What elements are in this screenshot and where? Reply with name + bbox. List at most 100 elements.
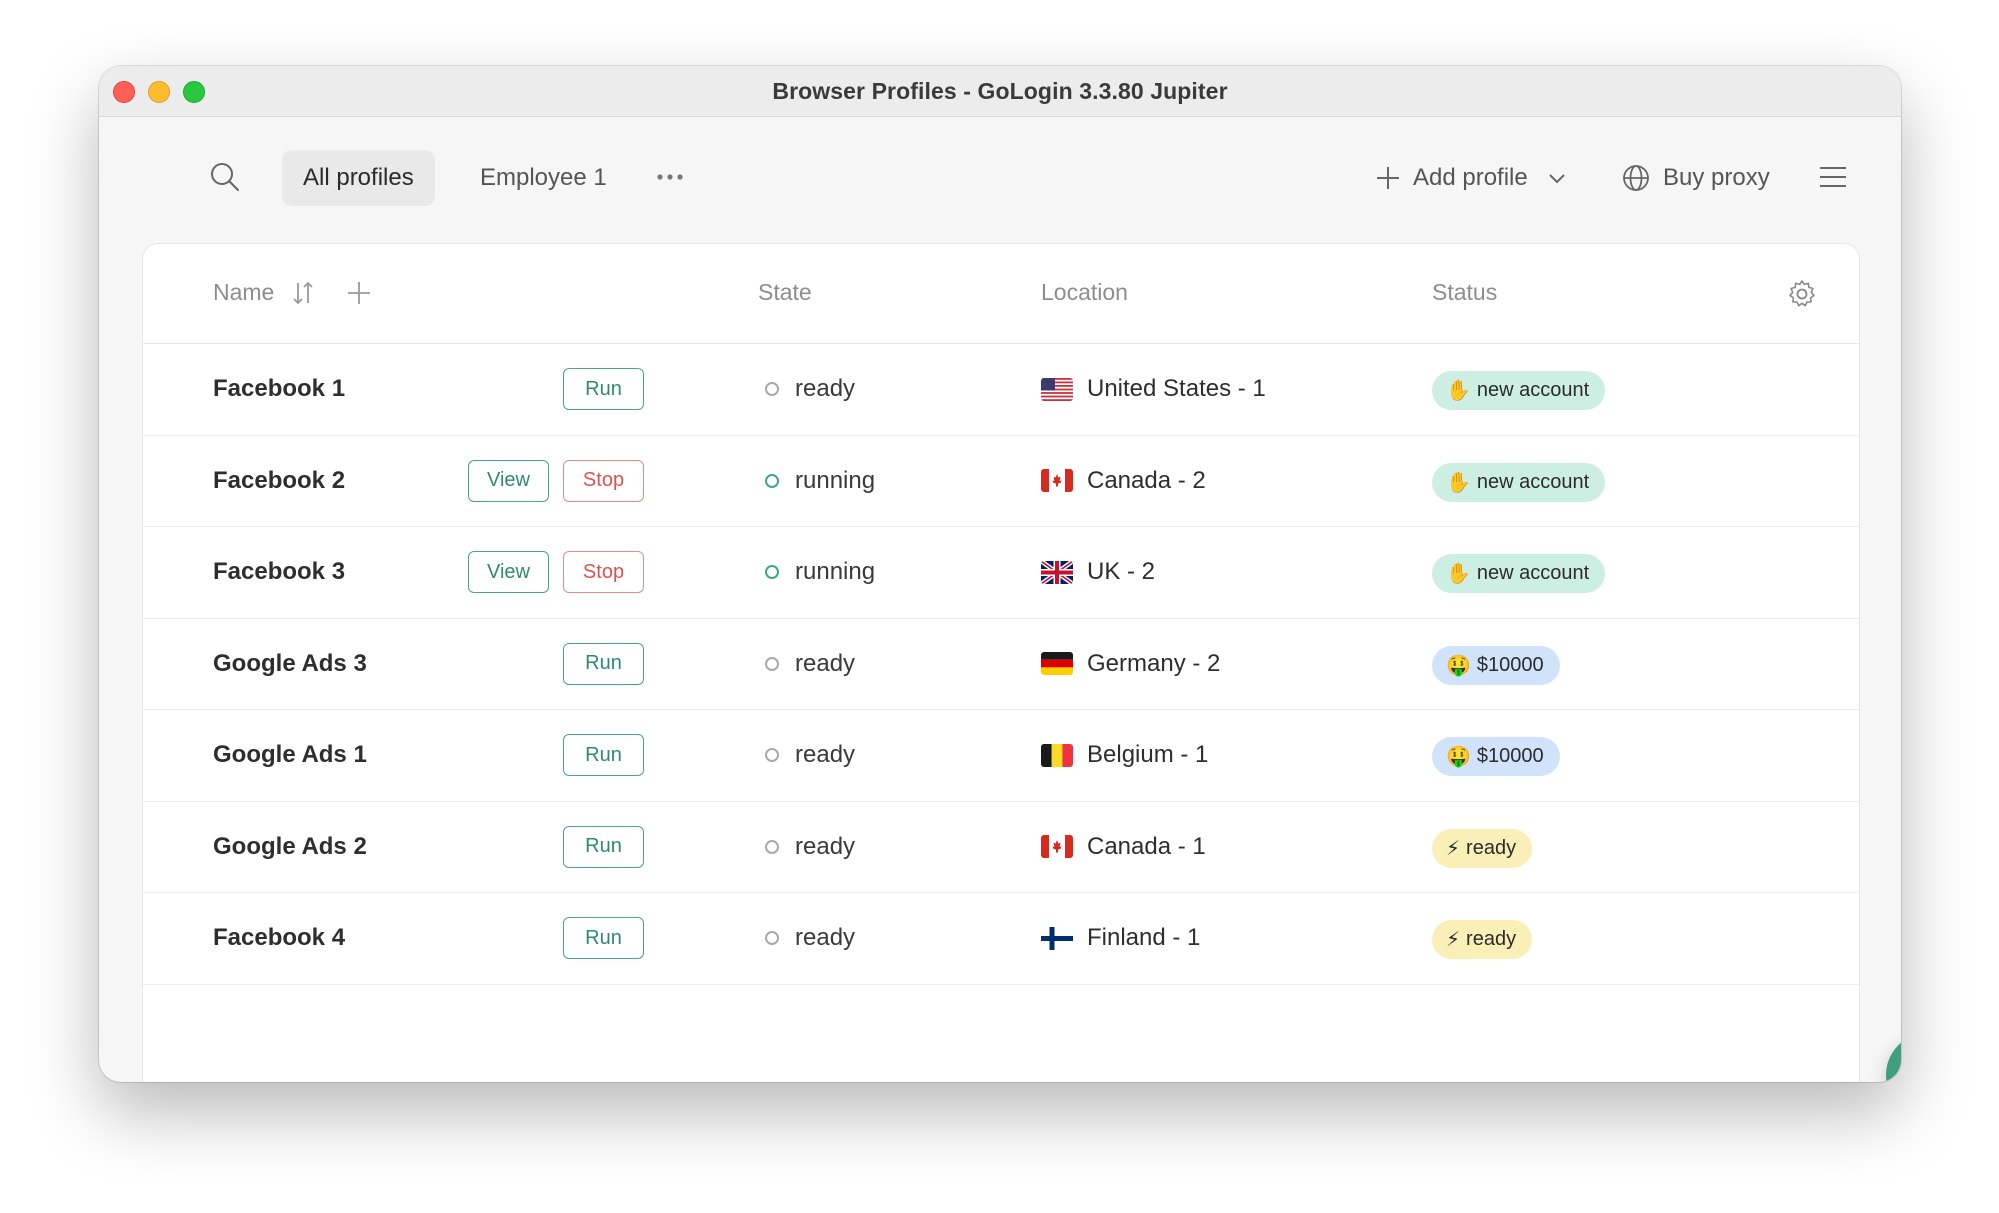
state-indicator-icon [765, 656, 779, 671]
state-cell: ready [765, 833, 855, 861]
state-indicator-icon [765, 748, 779, 762]
lightning-icon: ⚡ [1446, 837, 1461, 860]
run-button[interactable]: Run [563, 734, 644, 776]
more-icon[interactable] [654, 161, 686, 193]
state-cell: ready [765, 741, 855, 769]
name-column-header[interactable]: Name [213, 279, 372, 306]
status-label: ready [1466, 836, 1517, 859]
view-button[interactable]: View [468, 459, 549, 502]
table-header: Name State Location Status [143, 244, 1859, 344]
us-flag-icon [1041, 377, 1073, 401]
buy-proxy-label: Buy proxy [1663, 164, 1770, 191]
run-button[interactable]: Run [563, 368, 644, 410]
window-controls [113, 81, 205, 103]
state-label: ready [795, 741, 856, 768]
state-cell: running [765, 467, 875, 495]
lightning-icon: ⚡ [1446, 929, 1461, 951]
status-label: ready [1466, 928, 1517, 950]
location-cell: Canada - 1 [1041, 833, 1206, 861]
status-badge[interactable]: ⚡ ready [1432, 828, 1533, 868]
zoom-window-button[interactable] [183, 81, 205, 103]
table-row[interactable]: Facebook 4 Run ready Finland - 1 ⚡ ready [143, 893, 1859, 985]
state-indicator-icon [765, 382, 779, 396]
status-badge[interactable]: ✋ new account [1432, 371, 1606, 410]
state-indicator-icon [765, 839, 779, 854]
state-indicator-icon [765, 931, 779, 945]
profile-name[interactable]: Facebook 2 [213, 467, 345, 495]
profile-name[interactable]: Google Ads 2 [213, 833, 367, 861]
add-profile-label: Add profile [1413, 164, 1528, 191]
stop-button[interactable]: Stop [563, 551, 644, 593]
status-label: $10000 [1476, 653, 1544, 676]
location-cell: Germany - 2 [1041, 650, 1220, 678]
ca-flag-icon [1041, 469, 1073, 492]
profile-name[interactable]: Facebook 1 [213, 375, 345, 403]
add-profile-button[interactable]: Add profile [1375, 155, 1568, 201]
de-flag-icon [1041, 652, 1073, 675]
chat-support-button[interactable] [1886, 1033, 1901, 1082]
hand-icon: ✋ [1446, 563, 1471, 585]
location-label: Finland - 1 [1087, 924, 1201, 951]
status-label: $10000 [1476, 745, 1544, 767]
profile-name[interactable]: Facebook 3 [213, 558, 345, 586]
table-row[interactable]: Facebook 2 View Stop running Canada - 2 … [143, 436, 1859, 527]
profile-name[interactable]: Google Ads 3 [213, 650, 367, 678]
tab-all-profiles[interactable]: All profiles [282, 150, 435, 206]
location-cell: UK - 2 [1041, 558, 1155, 586]
status-badge[interactable]: 🤑 $10000 [1432, 645, 1560, 685]
stop-button[interactable]: Stop [563, 459, 644, 502]
state-label: running [795, 558, 876, 585]
table-row[interactable]: Facebook 3 View Stop running UK - 2 ✋ ne… [143, 527, 1859, 619]
run-button[interactable]: Run [563, 917, 644, 959]
state-cell: ready [765, 924, 855, 952]
status-label: new account [1476, 470, 1590, 493]
ca-flag-icon [1041, 835, 1073, 858]
profile-name[interactable]: Google Ads 1 [213, 741, 367, 769]
location-cell: Canada - 2 [1041, 467, 1206, 495]
chevron-down-icon[interactable] [1546, 167, 1568, 189]
status-badge[interactable]: ⚡ ready [1432, 920, 1533, 959]
name-header-label: Name [213, 279, 275, 305]
add-column-icon[interactable] [346, 280, 372, 306]
run-button[interactable]: Run [563, 825, 644, 868]
run-button[interactable]: Run [563, 642, 644, 685]
status-badge[interactable]: ✋ new account [1432, 462, 1606, 502]
menu-icon[interactable] [1817, 161, 1849, 193]
status-column-header[interactable]: Status [1432, 279, 1497, 306]
window-title: Browser Profiles - GoLogin 3.3.80 Jupite… [772, 77, 1228, 104]
state-label: ready [795, 375, 856, 402]
fi-flag-icon [1041, 926, 1073, 950]
location-column-header[interactable]: Location [1041, 279, 1128, 306]
tab-employee-1[interactable]: Employee 1 [459, 150, 628, 206]
table-row[interactable]: Google Ads 3 Run ready Germany - 2 🤑 $10… [143, 619, 1859, 710]
location-label: United States - 1 [1087, 375, 1266, 402]
profile-name[interactable]: Facebook 4 [213, 924, 345, 952]
status-label: new account [1476, 379, 1590, 401]
title-bar: Browser Profiles - GoLogin 3.3.80 Jupite… [99, 66, 1901, 117]
state-label: ready [795, 832, 856, 860]
location-label: Belgium - 1 [1087, 741, 1209, 768]
buy-proxy-button[interactable]: Buy proxy [1621, 155, 1770, 201]
status-badge[interactable]: ✋ new account [1432, 554, 1606, 593]
state-cell: ready [765, 375, 855, 403]
state-indicator-icon [765, 473, 779, 488]
table-row[interactable]: Google Ads 2 Run ready Canada - 1 ⚡ read… [143, 802, 1859, 893]
status-badge[interactable]: 🤑 $10000 [1432, 737, 1560, 776]
view-button[interactable]: View [468, 551, 549, 593]
app-window: Browser Profiles - GoLogin 3.3.80 Jupite… [99, 66, 1901, 1082]
state-cell: ready [765, 650, 855, 678]
minimize-window-button[interactable] [148, 81, 170, 103]
table-row[interactable]: Facebook 1 Run ready United States - 1 ✋… [143, 344, 1859, 436]
search-icon[interactable] [209, 161, 241, 193]
close-window-button[interactable] [113, 81, 135, 103]
globe-icon [1623, 165, 1649, 191]
state-column-header[interactable]: State [758, 279, 812, 306]
location-label: Canada - 1 [1087, 832, 1206, 860]
table-row[interactable]: Google Ads 1 Run ready Belgium - 1 🤑 $10… [143, 710, 1859, 802]
uk-flag-icon [1041, 560, 1073, 584]
location-label: Canada - 2 [1087, 466, 1206, 494]
money-face-icon: 🤑 [1446, 654, 1471, 677]
location-cell: Belgium - 1 [1041, 741, 1208, 769]
sort-icon[interactable] [292, 280, 314, 306]
gear-icon[interactable] [1786, 278, 1818, 310]
